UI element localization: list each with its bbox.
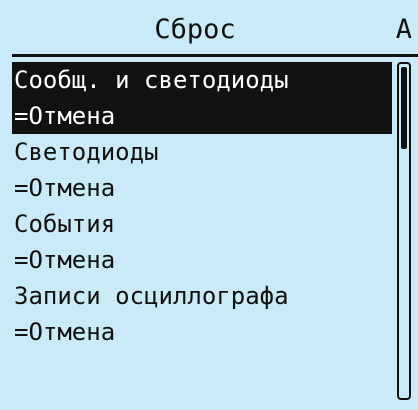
menu-list: Сообщ. и светодиоды =Отмена Светодиоды =… <box>12 62 392 350</box>
scrollbar-thumb[interactable] <box>401 67 407 149</box>
status-indicator: A <box>395 14 412 45</box>
menu-item-events-value[interactable]: =Отмена <box>12 242 392 278</box>
menu-item-oscillograph-value[interactable]: =Отмена <box>12 314 392 350</box>
menu-item-messages-leds-value[interactable]: =Отмена <box>12 98 392 134</box>
page-title: Сброс <box>154 14 236 45</box>
lcd-screen: Сброс A Сообщ. и светодиоды =Отмена Свет… <box>0 0 418 410</box>
menu-item-events-label[interactable]: События <box>12 206 392 242</box>
header-divider <box>12 54 418 57</box>
menu-item-messages-leds-label[interactable]: Сообщ. и светодиоды <box>12 62 392 98</box>
menu-item-leds-label[interactable]: Светодиоды <box>12 134 392 170</box>
header: Сброс A <box>0 0 418 57</box>
scrollbar[interactable] <box>397 62 411 400</box>
menu-item-oscillograph-label[interactable]: Записи осциллографа <box>12 278 392 314</box>
menu-item-leds-value[interactable]: =Отмена <box>12 170 392 206</box>
